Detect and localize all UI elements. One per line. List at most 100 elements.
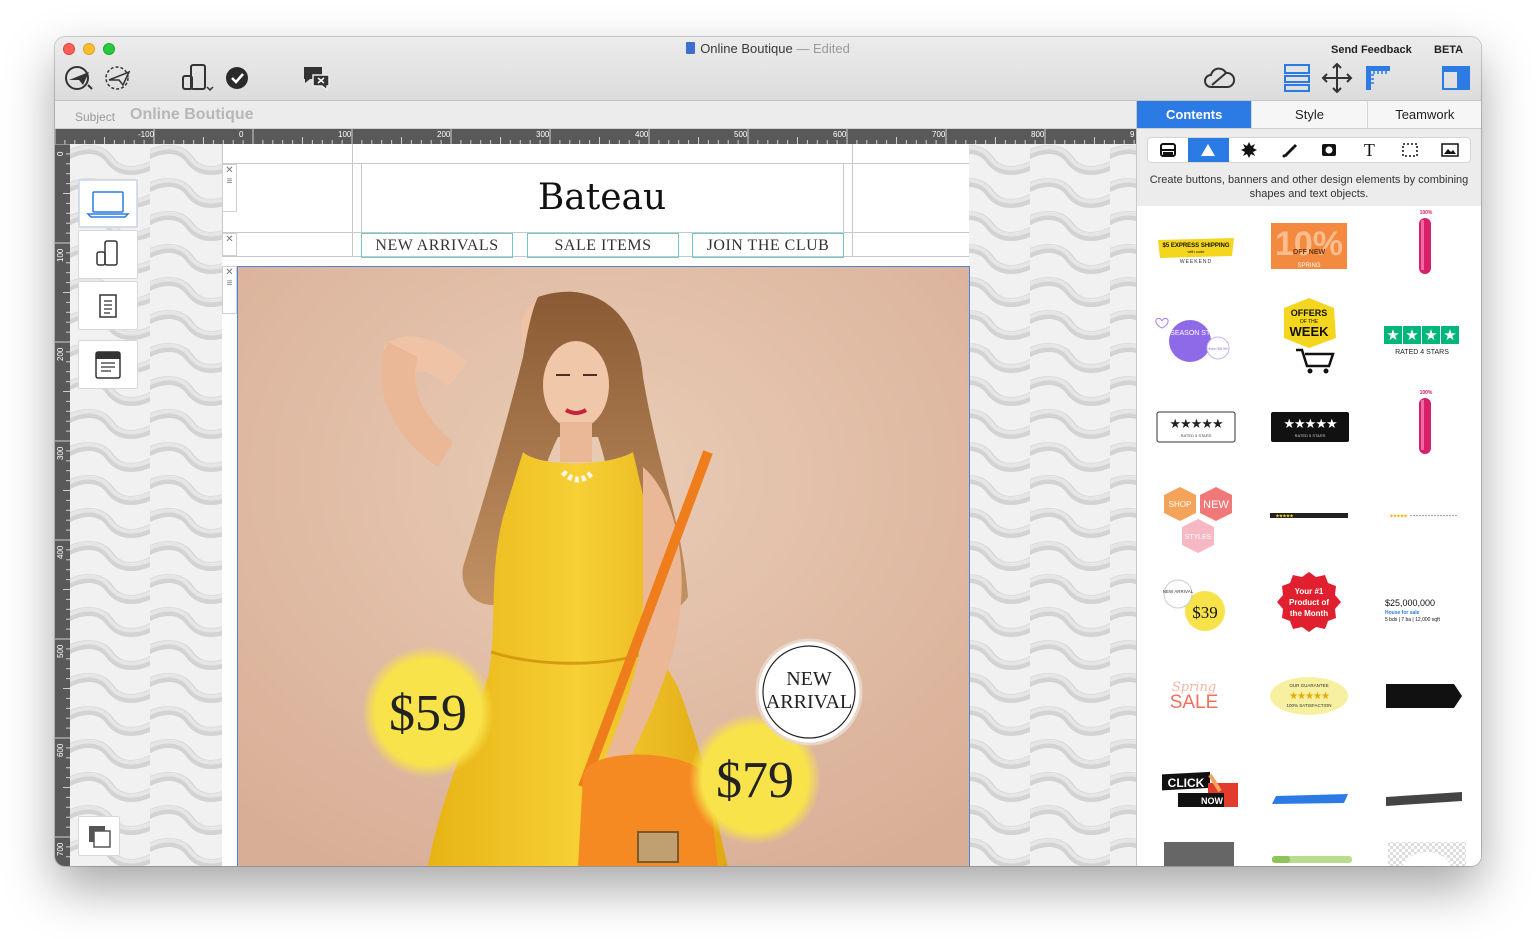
remove-row-icon[interactable]: ✕ (225, 234, 233, 245)
text-view-button[interactable] (78, 281, 138, 330)
ruler-icon[interactable] (1363, 63, 1393, 93)
selection-category[interactable] (1390, 138, 1430, 162)
gallery-text: $39 (1192, 603, 1218, 622)
text-icon: T (1363, 139, 1375, 160)
app-window: Online Boutique — Edited Send Feedback B… (55, 37, 1481, 866)
sidebar-icon[interactable] (1441, 63, 1471, 93)
gallery-text: SPRING (1297, 263, 1320, 269)
gallery-item-gray-block[interactable] (1145, 834, 1245, 866)
tab-style[interactable]: Style (1252, 101, 1368, 128)
hero-image-block[interactable]: $59 $79 NEW ARRIVAL (237, 266, 970, 866)
gallery-item-click-now[interactable]: CLICK NOW (1145, 751, 1245, 831)
remove-row-icon[interactable]: ✕ (225, 267, 233, 278)
gallery-item-review-bar-light[interactable]: ★★★★★ (1373, 476, 1473, 556)
stars-icon: ★★★★★ (1283, 416, 1337, 431)
move-icon[interactable] (1321, 63, 1353, 93)
document-icon (686, 42, 696, 54)
layout-icon[interactable] (1281, 63, 1313, 93)
image-icon (1441, 143, 1459, 157)
gallery-item-guarantee[interactable]: OUR GUARANTEE ★★★★★ 100% SATISFACTION (1259, 656, 1359, 736)
gallery-item-rated-5-light[interactable]: ★★★★★ RATED 5 STARS (1145, 386, 1245, 466)
desktop-view-button[interactable] (78, 179, 138, 228)
ruler-label: 200 (56, 347, 65, 361)
gallery-item-blue-ribbon[interactable] (1259, 751, 1359, 831)
gallery-text: SALE (1170, 692, 1219, 713)
gallery-text: WEEKEND (1180, 259, 1212, 265)
price-59-text: $59 (389, 685, 467, 742)
svg-text:★: ★ (1405, 327, 1418, 344)
gallery-item-progress-tube-2[interactable]: 100% (1373, 386, 1473, 466)
gallery-item-rated-4-green[interactable]: ★ ★ ★ ★ RATED 4 STARS (1373, 296, 1473, 376)
gallery-item-rated-5-dark[interactable]: ★★★★★ RATED 5 STARS (1259, 386, 1359, 466)
gallery-text: STYLES (1185, 534, 1212, 541)
gallery-item-hexagons[interactable]: SHOP NEW STYLES (1145, 476, 1245, 566)
stars-icon: ★★★★★ (1169, 416, 1223, 431)
ruler-label: -100 (138, 130, 155, 139)
gallery-item-review-bar-dark[interactable]: ★★★★★ (1259, 476, 1359, 556)
title-bar: Online Boutique — Edited Send Feedback B… (55, 37, 1481, 101)
remove-row-icon[interactable]: ✕ (225, 165, 233, 176)
subject-input[interactable]: Online Boutique (130, 106, 254, 124)
gallery-item-express-shipping[interactable]: $5 EXPRESS SHIPPING with code WEEKEND (1145, 206, 1245, 286)
drag-handle-icon[interactable]: ≡ (227, 278, 233, 289)
gallery-item-new-arrival-39[interactable]: NEW ARRIVAL $39 (1145, 566, 1245, 646)
ruler-label: 800 (1031, 130, 1045, 139)
gallery-text: OUR GUARANTEE (1289, 683, 1328, 688)
email-design[interactable]: Bateau NEW ARRIVALS SALE ITEMS JOIN THE … (222, 144, 970, 866)
panel-description: Create buttons, banners and other design… (1149, 174, 1469, 200)
devices-icon (96, 239, 118, 266)
design-canvas[interactable]: Bateau NEW ARRIVALS SALE ITEMS JOIN THE … (70, 144, 1136, 866)
gallery-text: OFF NEW (1293, 249, 1326, 256)
gallery-item-progress-tube[interactable]: 100% (1373, 206, 1473, 286)
nav-join-the-club[interactable]: JOIN THE CLUB (692, 233, 844, 258)
gallery-item-gray-ribbon[interactable] (1373, 751, 1473, 831)
price-79-text: $79 (716, 752, 794, 809)
layers-button[interactable] (78, 816, 120, 856)
send-plane-icon[interactable] (63, 63, 97, 93)
gallery-text: OFFERS (1291, 308, 1328, 318)
image-category[interactable] (1430, 138, 1470, 162)
row-handle[interactable]: ✕ (222, 233, 237, 256)
nav-sale-items[interactable]: SALE ITEMS (527, 233, 679, 258)
row-handle[interactable]: ✕ ≡ (222, 266, 237, 314)
cloud-icon[interactable] (1202, 63, 1236, 93)
gallery-item-product-month[interactable]: Your #1 Product of the Month (1259, 561, 1359, 651)
gallery-item-arrow-banner[interactable] (1373, 656, 1473, 736)
gallery-item-pattern-image[interactable] (1373, 834, 1473, 866)
gallery-item-progress-bar[interactable] (1259, 834, 1359, 866)
ruler-label: 600 (833, 130, 847, 139)
check-icon[interactable] (225, 63, 249, 93)
tab-teamwork[interactable]: Teamwork (1368, 101, 1481, 128)
send-feedback-button[interactable]: Send Feedback (1331, 44, 1412, 56)
gallery-text: NEW SEASON STYLES (1152, 330, 1229, 337)
inbox-view-button[interactable] (78, 340, 138, 389)
blocks-category[interactable] (1148, 138, 1188, 162)
layers-icon (89, 826, 111, 848)
ruler-label: 9 (1130, 130, 1135, 139)
tab-contents[interactable]: Contents (1137, 101, 1253, 128)
badge-new-text: NEW (786, 668, 832, 690)
pen-category[interactable] (1269, 138, 1309, 162)
test-send-icon[interactable] (101, 63, 135, 93)
ruler-label: 200 (437, 130, 451, 139)
mobile-view-button[interactable] (78, 230, 138, 279)
badges-category[interactable] (1229, 138, 1269, 162)
device-preview-icon[interactable] (179, 63, 215, 93)
chat-icon[interactable] (301, 63, 333, 93)
row-handle[interactable]: ✕ ≡ (222, 164, 237, 212)
gallery-item-house-listing[interactable]: $25,000,000 House for sale 5 bds | 7 ba … (1373, 566, 1473, 646)
shapes-category[interactable] (1188, 138, 1229, 162)
gallery-item-spring-sale[interactable]: Spring SALE (1145, 656, 1245, 736)
nav-new-arrivals[interactable]: NEW ARRIVALS (361, 233, 513, 258)
text-category[interactable]: T (1349, 138, 1389, 162)
hero-photo: $59 $79 NEW ARRIVAL (238, 267, 969, 866)
video-category[interactable] (1309, 138, 1349, 162)
document-lines-icon (99, 293, 117, 318)
ruler-label: 100 (338, 130, 352, 139)
gallery-item-offers-week[interactable]: OFFERS OF THE WEEK (1259, 291, 1359, 381)
gallery-item-new-season[interactable]: NEW SEASON STYLES from $9.99 (1145, 296, 1245, 376)
gallery-text: 10% (1275, 225, 1343, 263)
drag-handle-icon[interactable]: ≡ (227, 176, 233, 187)
ruler-label: 100 (56, 248, 65, 262)
gallery-item-ten-percent[interactable]: 10% OFF NEW SPRING (1259, 206, 1359, 286)
